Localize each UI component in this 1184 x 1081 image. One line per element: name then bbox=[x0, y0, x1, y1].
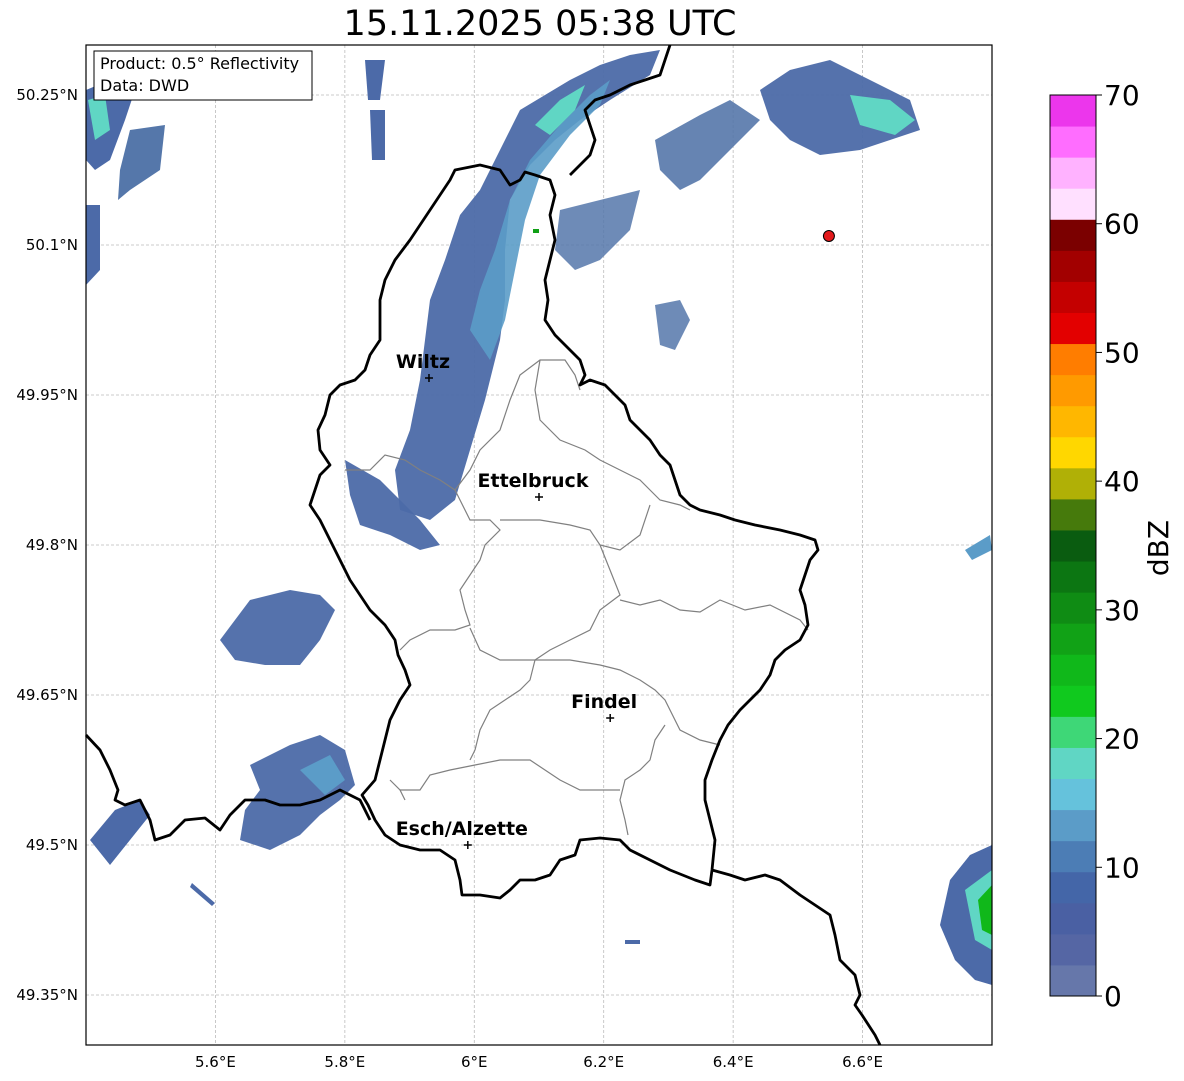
colorbar-segment bbox=[1050, 654, 1096, 686]
colorbar-segment bbox=[1050, 250, 1096, 282]
lon-tick-label: 6.2°E bbox=[583, 1053, 624, 1071]
colorbar-segment bbox=[1050, 95, 1096, 127]
colorbar: 0 10 20 30 40 50 60 70 bbox=[1049, 79, 1140, 1013]
colorbar-segment bbox=[1050, 561, 1096, 593]
longitude-labels: 5.6°E 5.8°E 6°E 6.2°E 6.4°E 6.6°E bbox=[195, 1053, 883, 1071]
lon-tick-label: 6.6°E bbox=[842, 1053, 883, 1071]
colorbar-segment bbox=[1050, 467, 1096, 500]
lon-tick-label: 6°E bbox=[461, 1053, 488, 1071]
latitude-labels: 50.25°N 50.1°N 49.95°N 49.8°N 49.65°N 49.5°N 4… bbox=[16, 86, 78, 1004]
colorbar-segment bbox=[1050, 871, 1096, 904]
lon-tick-label: 6.4°E bbox=[713, 1053, 754, 1071]
colorbar-tick-label: 20 bbox=[1104, 723, 1140, 756]
lat-tick-label: 49.95°N bbox=[16, 386, 78, 404]
lon-tick-label: 5.8°E bbox=[324, 1053, 365, 1071]
radar-map-figure: Wiltz Ettelbruck Findel Esch/Alzette Produc… bbox=[16, 44, 1175, 1071]
echo-north-strip bbox=[370, 110, 385, 160]
lat-tick-label: 49.5°N bbox=[26, 836, 78, 854]
colorbar-segment bbox=[1050, 623, 1096, 655]
info-box: Product: 0.5° Reflectivity Data: DWD bbox=[93, 50, 313, 101]
colorbar-segment bbox=[1050, 840, 1096, 873]
echo-green-pixel bbox=[533, 229, 539, 233]
lat-tick-label: 50.25°N bbox=[16, 86, 78, 104]
colorbar-segment bbox=[1050, 436, 1096, 469]
colorbar-segment bbox=[1050, 933, 1096, 966]
colorbar-segment bbox=[1050, 902, 1096, 935]
city-label: Ettelbruck bbox=[478, 470, 589, 492]
lon-tick-label: 5.6°E bbox=[195, 1053, 236, 1071]
colorbar-segment bbox=[1050, 498, 1096, 531]
colorbar-tick-label: 50 bbox=[1104, 336, 1140, 369]
colorbar-tick-label: 30 bbox=[1104, 594, 1140, 627]
colorbar-segment bbox=[1050, 778, 1096, 811]
colorbar-segment bbox=[1050, 219, 1096, 251]
echo-small-south bbox=[625, 940, 640, 944]
colorbar-segment bbox=[1050, 405, 1096, 438]
data-source-label: Data: DWD bbox=[100, 76, 189, 95]
colorbar-segment bbox=[1050, 281, 1096, 313]
city-label: Esch/Alzette bbox=[396, 818, 528, 840]
lat-tick-label: 49.8°N bbox=[26, 536, 78, 554]
colorbar-segment bbox=[1050, 343, 1096, 376]
colorbar-tick-label: 60 bbox=[1104, 208, 1140, 241]
radar-site-marker bbox=[822, 230, 835, 242]
colorbar-segment bbox=[1050, 312, 1096, 345]
colorbar-tick-label: 40 bbox=[1104, 465, 1140, 498]
colorbar-tick-label: 0 bbox=[1104, 980, 1122, 1013]
city-label: Wiltz bbox=[396, 351, 450, 373]
lat-tick-label: 49.35°N bbox=[16, 986, 78, 1004]
colorbar-segment bbox=[1050, 809, 1096, 842]
colorbar-segment bbox=[1050, 374, 1096, 407]
colorbar-tick-label: 10 bbox=[1104, 851, 1140, 884]
city-label: Findel bbox=[571, 691, 637, 713]
colorbar-segment bbox=[1050, 188, 1096, 220]
colorbar-segment bbox=[1050, 157, 1096, 189]
colorbar-segment bbox=[1050, 964, 1096, 997]
colorbar-segment bbox=[1050, 685, 1096, 717]
colorbar-segment bbox=[1050, 126, 1096, 158]
map-plot-area: Wiltz Ettelbruck Findel Esch/Alzette Produc… bbox=[84, 44, 993, 1046]
colorbar-segment bbox=[1050, 747, 1096, 780]
colorbar-segment bbox=[1050, 592, 1096, 624]
colorbar-segment bbox=[1050, 529, 1096, 562]
colorbar-label: dBZ bbox=[1142, 520, 1175, 576]
colorbar-segment bbox=[1050, 716, 1096, 748]
lat-tick-label: 50.1°N bbox=[26, 236, 78, 254]
product-label: Product: 0.5° Reflectivity bbox=[100, 54, 299, 73]
lat-tick-label: 49.65°N bbox=[16, 686, 78, 704]
colorbar-tick-label: 70 bbox=[1104, 79, 1140, 112]
